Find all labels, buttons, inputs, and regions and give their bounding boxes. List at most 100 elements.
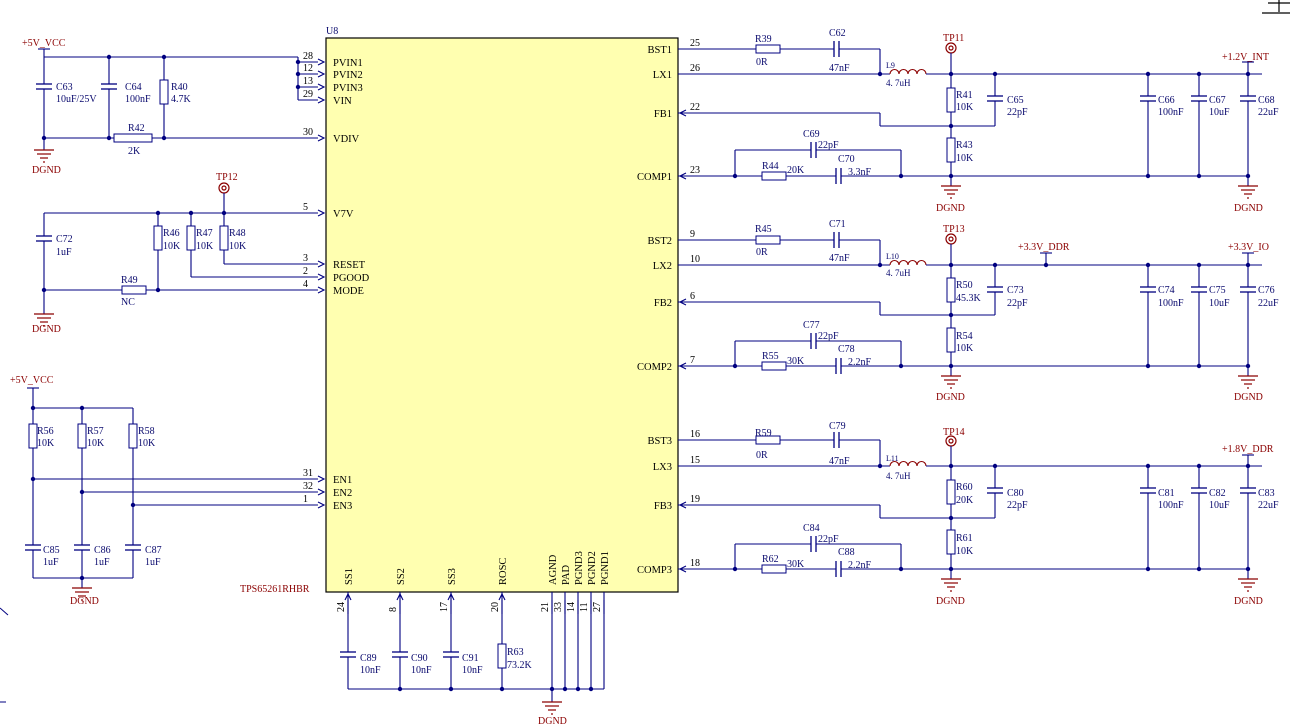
pin-number-30: 30 [303,127,313,138]
r60-ref: R60 [956,482,973,493]
r39-val: 0R [756,57,768,68]
c64-val: 100nF [125,94,151,105]
c68-ref: C68 [1258,95,1275,106]
c63-ref: C63 [56,82,73,93]
c74-ref: C74 [1158,285,1175,296]
c73-ref: C73 [1007,285,1024,296]
c89-val: 10nF [360,665,381,676]
r44-val: 20K [787,165,805,176]
r62-ref: R62 [762,554,779,565]
c86-val: 1uF [94,557,110,568]
c65-ref: C65 [1007,95,1024,106]
input-supply-section: +5V_VCC DGND C63 10uF/25V C64 100nF R40 … [22,38,318,176]
gnd-label: DGND [936,392,965,403]
r62-val: 30K [787,559,805,570]
c66-val: 100nF [1158,107,1184,118]
pin-number-16: 16 [690,429,700,440]
r54-val: 10K [956,343,974,354]
r42-ref: R42 [128,123,145,134]
r57-ref: R57 [87,426,104,437]
pin-number-7: 7 [690,355,695,366]
r46-val: 10K [163,241,181,252]
c84-ref: C84 [803,523,820,534]
pin-number-2: 2 [303,266,308,277]
r59-val: 0R [756,450,768,461]
pin-number-10: 10 [690,254,700,265]
r43-ref: R43 [956,140,973,151]
c62-val: 47nF [829,63,850,74]
pin-name-fb2: FB2 [654,298,672,309]
c90-ref: C90 [411,653,428,664]
c82-ref: C82 [1209,488,1226,499]
pin-name-ss2: SS2 [396,568,407,585]
c73-val: 22pF [1007,298,1028,309]
r46-ref: R46 [163,228,180,239]
c79-ref: C79 [829,421,846,432]
pin-arrow-en2 [317,488,326,496]
r60-val: 20K [956,495,974,506]
pin-name-comp3: COMP3 [637,565,672,576]
tp14-label: TP14 [943,427,965,438]
pin-arrow-pvin3 [317,83,326,91]
vcc-top-net-label: +5V_VCC [22,38,66,49]
r56-ref: R56 [37,426,54,437]
l10-val: 4. 7uH [886,268,911,278]
out2-io-net-label: +3.3V_IO [1228,242,1269,253]
left-edge-marks [0,607,9,703]
buck3-section: TP14 +1.8V_DDR DGND DGND R59 0R C79 47nF… [686,421,1279,607]
c87-val: 1uF [145,557,161,568]
c65-val: 22pF [1007,107,1028,118]
c80-val: 22pF [1007,500,1028,511]
c72-val: 1uF [56,247,72,258]
out1-net-label: +1.2V_INT [1222,52,1269,63]
pin-number-18: 18 [690,558,700,569]
pin-number-8: 8 [388,607,399,612]
pin-name-reset: RESET [333,260,366,271]
c79-val: 47nF [829,456,850,467]
pin-name-ss1: SS1 [344,568,355,585]
r47-ref: R47 [196,228,213,239]
bottom-section: DGND C89 10nF C90 10nF C91 10nF R63 73.2… [340,600,605,727]
c75-ref: C75 [1209,285,1226,296]
r47-val: 10K [196,241,214,252]
r45-ref: R45 [755,224,772,235]
r61-ref: R61 [956,533,973,544]
pin-name-mode: MODE [333,286,364,297]
pin-number-1: 1 [303,494,308,505]
pin-number-31: 31 [303,468,313,479]
pin-number-9: 9 [690,229,695,240]
pin-number-29: 29 [303,89,313,100]
pin-name-comp2: COMP2 [637,362,672,373]
pin-number-15: 15 [690,455,700,466]
pin-number-21: 21 [540,602,551,612]
corner-glyph [1262,0,1290,14]
r50-val: 45.3K [956,293,982,304]
r40-val: 4.7K [171,94,192,105]
c78-val: 2.2nF [848,357,872,368]
c90-val: 10nF [411,665,432,676]
r63-val: 73.2K [507,660,533,671]
c71-ref: C71 [829,219,846,230]
schematic-canvas: U8 TPS65261RHBR 28PVIN112PVIN213PVIN329V… [0,0,1290,727]
c87-ref: C87 [145,545,162,556]
l9-val: 4. 7uH [886,78,911,88]
r42-val: 2K [128,146,141,157]
pin-arrow-vin [317,96,326,104]
pin-number-33: 33 [553,602,564,612]
chip-u8-body[interactable] [325,37,679,593]
pin-number-17: 17 [439,602,450,612]
pin-name-bst3: BST3 [647,436,672,447]
r57-val: 10K [87,438,105,449]
gnd-label: DGND [936,203,965,214]
r55-val: 30K [787,356,805,367]
c74-val: 100nF [1158,298,1184,309]
pin-arrow-pvin2 [317,70,326,78]
tp12-label: TP12 [216,172,238,183]
pin-number-19: 19 [690,494,700,505]
pin-number-11: 11 [579,602,590,612]
pin-name-pvin3: PVIN3 [333,83,363,94]
r58-ref: R58 [138,426,155,437]
vcc-en-net-label: +5V_VCC [10,375,54,386]
gnd-label: DGND [538,716,567,727]
gnd-label: DGND [1234,203,1263,214]
